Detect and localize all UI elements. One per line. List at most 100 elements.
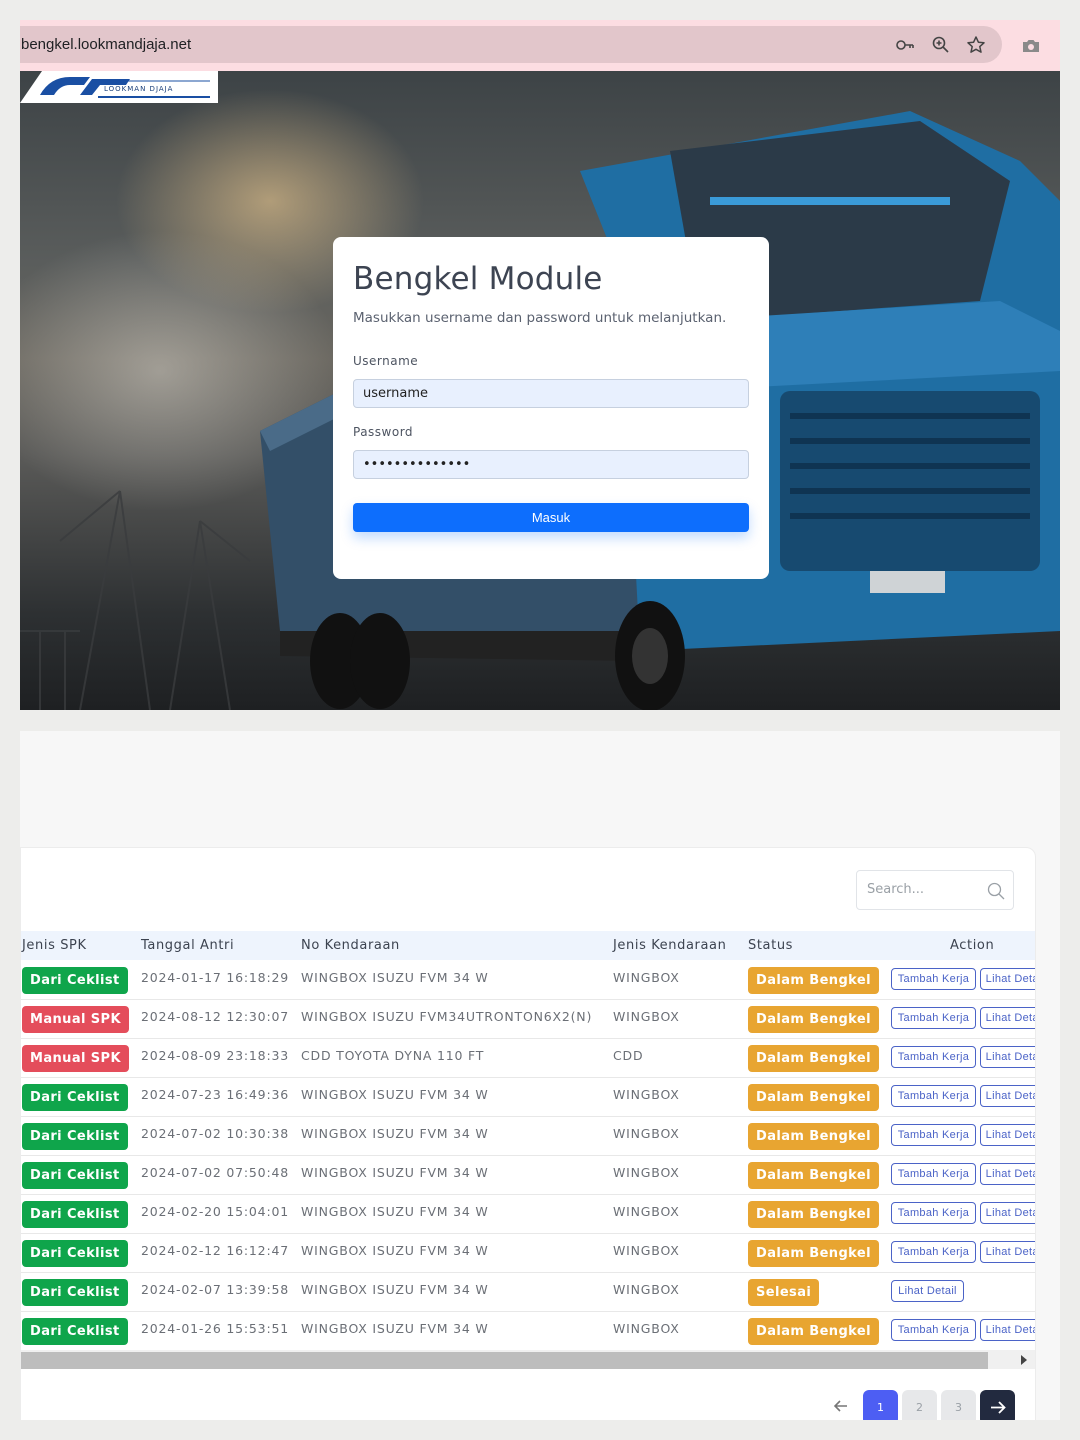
tambah-kerja-button[interactable]: Tambah Kerja [891, 1319, 976, 1341]
page-button-1[interactable]: 1 [863, 1390, 898, 1420]
status-badge: Dalam Bengkel [748, 1045, 879, 1072]
tanggal-antri-cell: 2024-08-12 12:30:07 [141, 1009, 289, 1024]
jenis-kendaraan-cell: WINGBOX [613, 1165, 680, 1180]
tanggal-antri-cell: 2024-02-20 15:04:01 [141, 1204, 289, 1219]
tanggal-antri-cell: 2024-07-23 16:49:36 [141, 1087, 289, 1102]
camera-icon[interactable] [1021, 36, 1041, 56]
tambah-kerja-button[interactable]: Tambah Kerja [891, 1241, 976, 1263]
status-badge: Dalam Bengkel [748, 1006, 879, 1033]
tambah-kerja-button[interactable]: Tambah Kerja [891, 1202, 976, 1224]
tanggal-antri-cell: 2024-01-26 15:53:51 [141, 1321, 289, 1336]
page-button-3[interactable]: 3 [941, 1390, 976, 1420]
hero-background: LOOKMAN DJAJA Bengkel Module Masukkan us… [20, 71, 1060, 710]
no-kendaraan-cell: WINGBOX ISUZU FVM34UTRONTON6X2(N) [301, 1009, 593, 1024]
no-kendaraan-cell: WINGBOX ISUZU FVM 34 W [301, 1126, 489, 1141]
table-row: Manual SPK 2024-08-12 12:30:07 WINGBOX ISU… [21, 1000, 1035, 1039]
password-field[interactable] [353, 450, 749, 479]
lihat-detail-button[interactable]: Lihat Detail [980, 1007, 1035, 1029]
spk-list-screenshot: Jenis SPK Tanggal Antri No Kendaraan Jen… [20, 731, 1060, 1420]
horizontal-scrollbar[interactable] [21, 1350, 1035, 1369]
page-button-2[interactable]: 2 [902, 1390, 937, 1420]
jenis-spk-badge: Dari Ceklist [22, 1201, 128, 1228]
table-row: Dari Ceklist 2024-02-07 13:39:58 WINGBOX I… [21, 1273, 1035, 1312]
column-header: Action [950, 938, 995, 953]
lihat-detail-button[interactable]: Lihat Detail [980, 1124, 1035, 1146]
search-input[interactable] [867, 882, 977, 897]
url-text[interactable]: bengkel.lookmandjaja.net [21, 36, 191, 53]
tambah-kerja-button[interactable]: Tambah Kerja [891, 1163, 976, 1185]
scroll-right-arrow[interactable] [1021, 1355, 1027, 1365]
svg-text:LOOKMAN DJAJA: LOOKMAN DJAJA [104, 85, 173, 93]
tambah-kerja-button[interactable]: Tambah Kerja [891, 968, 976, 990]
lihat-detail-button[interactable]: Lihat Detail [980, 1085, 1035, 1107]
no-kendaraan-cell: WINGBOX ISUZU FVM 34 W [301, 1243, 489, 1258]
zoom-icon[interactable] [931, 35, 951, 55]
jenis-spk-badge: Dari Ceklist [22, 1318, 128, 1345]
status-badge: Selesai [748, 1279, 820, 1306]
jenis-kendaraan-cell: WINGBOX [613, 1321, 680, 1336]
address-bar[interactable]: bengkel.lookmandjaja.net [20, 26, 1002, 63]
tanggal-antri-cell: 2024-07-02 10:30:38 [141, 1126, 289, 1141]
column-header[interactable]: Jenis Kendaraan [613, 938, 726, 953]
search-icon[interactable] [987, 882, 1005, 900]
login-button[interactable]: Masuk [353, 503, 749, 532]
table-row: Dari Ceklist 2024-01-17 16:18:29 WINGBOX I… [21, 961, 1035, 1000]
no-kendaraan-cell: WINGBOX ISUZU FVM 34 W [301, 970, 489, 985]
no-kendaraan-cell: WINGBOX ISUZU FVM 34 W [301, 1321, 489, 1336]
jenis-spk-badge: Manual SPK [22, 1006, 129, 1033]
pagination-prev-icon[interactable] [831, 1396, 851, 1416]
table-row: Manual SPK 2024-08-09 23:18:33 CDD TOYOTA … [21, 1039, 1035, 1078]
tanggal-antri-cell: 2024-01-17 16:18:29 [141, 970, 289, 985]
status-badge: Dalam Bengkel [748, 1201, 879, 1228]
company-logo: LOOKMAN DJAJA [20, 71, 218, 103]
no-kendaraan-cell: WINGBOX ISUZU FVM 34 W [301, 1282, 489, 1297]
lihat-detail-button[interactable]: Lihat Detail [891, 1280, 964, 1302]
tambah-kerja-button[interactable]: Tambah Kerja [891, 1085, 976, 1107]
column-header[interactable]: No Kendaraan [301, 938, 400, 953]
username-label: Username [353, 354, 419, 368]
lihat-detail-button[interactable]: Lihat Detail [980, 1319, 1035, 1341]
lihat-detail-button[interactable]: Lihat Detail [980, 1046, 1035, 1068]
tambah-kerja-button[interactable]: Tambah Kerja [891, 1007, 976, 1029]
lihat-detail-button[interactable]: Lihat Detail [980, 1241, 1035, 1263]
login-screenshot: bengkel.lookmandjaja.net LOOKMAN DJAJA B… [20, 20, 1060, 710]
login-card: Bengkel Module Masukkan username dan pas… [333, 237, 769, 579]
jenis-spk-badge: Manual SPK [22, 1045, 129, 1072]
key-icon[interactable] [895, 35, 915, 55]
jenis-kendaraan-cell: WINGBOX [613, 1126, 680, 1141]
tanggal-antri-cell: 2024-02-12 16:12:47 [141, 1243, 289, 1258]
lihat-detail-button[interactable]: Lihat Detail [980, 1163, 1035, 1185]
column-header[interactable]: Tanggal Antri [141, 938, 234, 953]
tambah-kerja-button[interactable]: Tambah Kerja [891, 1046, 976, 1068]
table-header: Jenis SPK Tanggal Antri No Kendaraan Jen… [21, 931, 1035, 960]
status-badge: Dalam Bengkel [748, 1318, 879, 1345]
column-header[interactable]: Status [748, 938, 793, 953]
jenis-kendaraan-cell: WINGBOX [613, 1087, 680, 1102]
star-icon[interactable] [966, 35, 986, 55]
no-kendaraan-cell: WINGBOX ISUZU FVM 34 W [301, 1165, 489, 1180]
jenis-spk-badge: Dari Ceklist [22, 1240, 128, 1267]
arrow-right-icon [991, 1401, 1006, 1414]
lihat-detail-button[interactable]: Lihat Detail [980, 1202, 1035, 1224]
jenis-kendaraan-cell: WINGBOX [613, 1282, 680, 1297]
jenis-kendaraan-cell: WINGBOX [613, 1009, 680, 1024]
jenis-kendaraan-cell: WINGBOX [613, 1243, 680, 1258]
jenis-kendaraan-cell: CDD [613, 1048, 644, 1063]
lihat-detail-button[interactable]: Lihat Detail [980, 968, 1035, 990]
column-header[interactable]: Jenis SPK [22, 938, 87, 953]
tambah-kerja-button[interactable]: Tambah Kerja [891, 1124, 976, 1146]
page-title: Bengkel Module [353, 261, 603, 297]
login-subtitle: Masukkan username dan password untuk mel… [353, 310, 727, 326]
username-field[interactable] [353, 379, 749, 408]
jenis-spk-badge: Dari Ceklist [22, 967, 128, 994]
scrollbar-thumb[interactable] [21, 1352, 988, 1369]
jenis-spk-badge: Dari Ceklist [22, 1084, 128, 1111]
table-row: Dari Ceklist 2024-07-02 07:50:48 WINGBOX I… [21, 1156, 1035, 1195]
pagination-next-button[interactable] [980, 1390, 1015, 1420]
no-kendaraan-cell: CDD TOYOTA DYNA 110 FT [301, 1048, 485, 1063]
tanggal-antri-cell: 2024-08-09 23:18:33 [141, 1048, 289, 1063]
status-badge: Dalam Bengkel [748, 967, 879, 994]
jenis-kendaraan-cell: WINGBOX [613, 970, 680, 985]
table-row: Dari Ceklist 2024-02-12 16:12:47 WINGBOX I… [21, 1234, 1035, 1273]
search-box[interactable] [856, 870, 1014, 910]
